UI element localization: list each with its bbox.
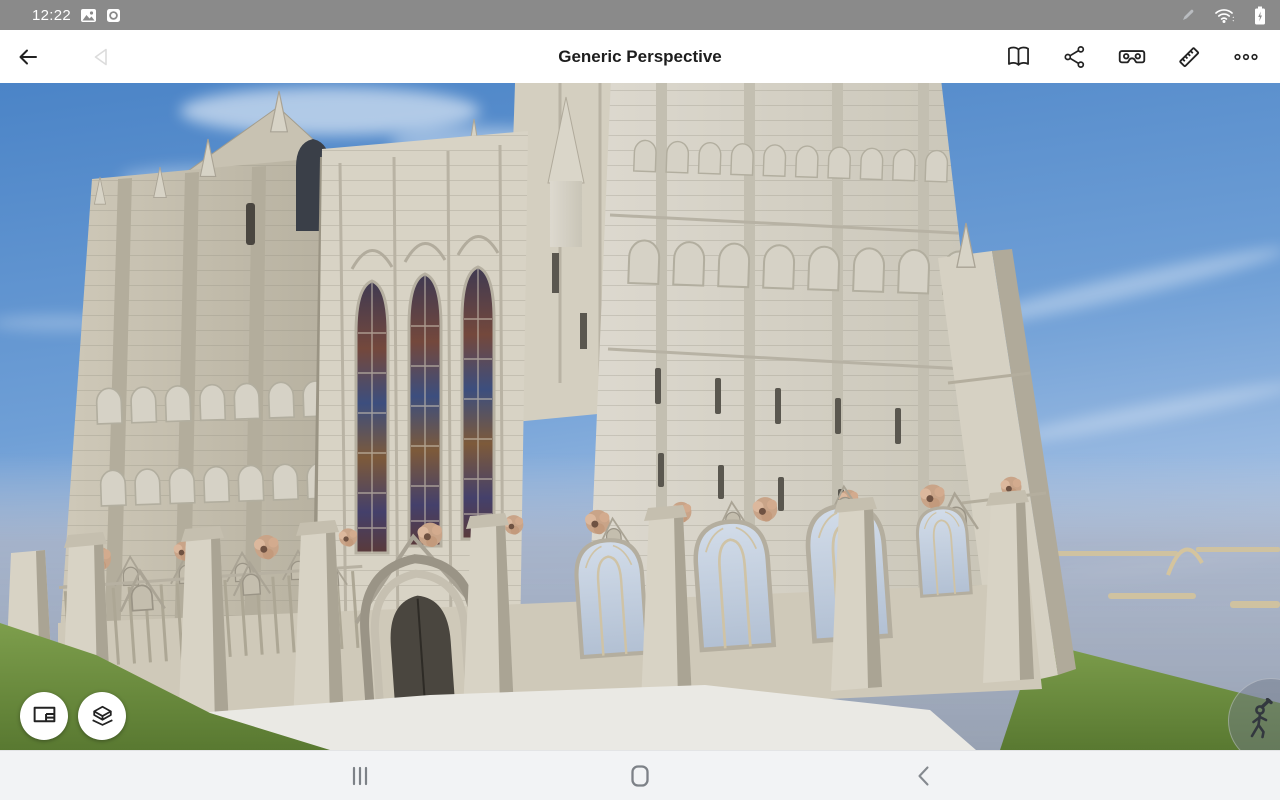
wifi-icon: [1214, 7, 1236, 24]
home-icon[interactable]: [627, 763, 653, 789]
recent-apps-icon[interactable]: [347, 763, 373, 789]
previous-view-icon: [80, 35, 124, 79]
battery-charging-icon: [1254, 6, 1266, 25]
screen-record-notification-icon: [106, 8, 121, 23]
model-render: [0, 83, 1280, 750]
more-options-icon[interactable]: [1224, 35, 1268, 79]
model-viewport[interactable]: [0, 83, 1280, 750]
sheet-layout-icon: [31, 701, 58, 731]
image-notification-icon: [80, 7, 97, 24]
back-icon[interactable]: [912, 763, 938, 789]
toolbar-actions: [996, 35, 1280, 79]
status-bar: 12:22: [0, 0, 1280, 30]
measure-ruler-icon[interactable]: [1167, 35, 1211, 79]
back-arrow-icon[interactable]: [6, 35, 50, 79]
gallery-book-icon[interactable]: [996, 35, 1040, 79]
model-3d-icon: [89, 701, 116, 731]
walk-person-icon: [1243, 697, 1277, 745]
app-screen: 12:22 Generic Perspective: [0, 0, 1280, 800]
status-time: 12:22: [32, 6, 72, 24]
vr-goggles-icon[interactable]: [1110, 35, 1154, 79]
share-icon[interactable]: [1053, 35, 1097, 79]
android-nav-bar: [0, 750, 1280, 800]
model-3d-button[interactable]: [78, 692, 126, 740]
stylus-icon: [1180, 7, 1196, 23]
sheets-layouts-button[interactable]: [20, 692, 68, 740]
app-toolbar: Generic Perspective: [0, 30, 1280, 83]
